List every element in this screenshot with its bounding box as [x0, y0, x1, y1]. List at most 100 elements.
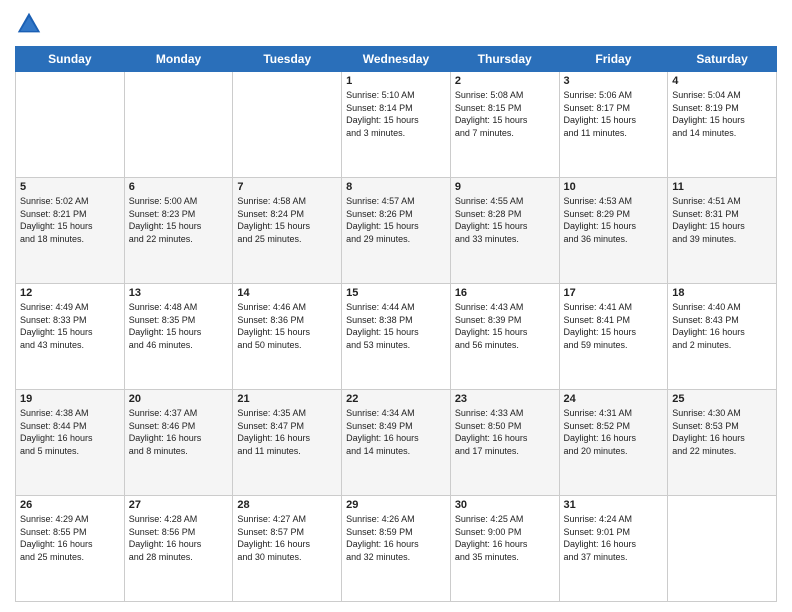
- day-info: Sunrise: 4:40 AM Sunset: 8:43 PM Dayligh…: [672, 301, 772, 351]
- calendar-cell: 8 Sunrise: 4:57 AM Sunset: 8:26 PM Daylig…: [342, 178, 451, 284]
- day-info: Sunrise: 4:55 AM Sunset: 8:28 PM Dayligh…: [455, 195, 555, 245]
- day-number: 14: [237, 287, 337, 299]
- day-info: Sunrise: 4:30 AM Sunset: 8:53 PM Dayligh…: [672, 407, 772, 457]
- day-number: 1: [346, 75, 446, 87]
- day-number: 23: [455, 393, 555, 405]
- calendar-cell: 19 Sunrise: 4:38 AM Sunset: 8:44 PM Dayli…: [16, 390, 125, 496]
- day-number: 21: [237, 393, 337, 405]
- calendar-cell: 1 Sunrise: 5:10 AM Sunset: 8:14 PM Daylig…: [342, 72, 451, 178]
- day-number: 4: [672, 75, 772, 87]
- day-number: 11: [672, 181, 772, 193]
- day-info: Sunrise: 5:00 AM Sunset: 8:23 PM Dayligh…: [129, 195, 229, 245]
- day-number: 7: [237, 181, 337, 193]
- day-number: 18: [672, 287, 772, 299]
- calendar-cell: 4 Sunrise: 5:04 AM Sunset: 8:19 PM Daylig…: [668, 72, 777, 178]
- day-of-week-thursday: Thursday: [450, 47, 559, 72]
- day-number: 10: [564, 181, 664, 193]
- day-number: 12: [20, 287, 120, 299]
- day-number: 5: [20, 181, 120, 193]
- day-info: Sunrise: 4:53 AM Sunset: 8:29 PM Dayligh…: [564, 195, 664, 245]
- calendar-cell: 29Sunrise: 4:26 AM Sunset: 8:59 PM Dayli…: [342, 496, 451, 602]
- day-info: Sunrise: 5:08 AM Sunset: 8:15 PM Dayligh…: [455, 89, 555, 139]
- calendar-cell: 3Sunrise: 5:06 AM Sunset: 8:17 PM Daylig…: [559, 72, 668, 178]
- calendar-cell: 12 Sunrise: 4:49 AM Sunset: 8:33 PM Dayli…: [16, 284, 125, 390]
- calendar-cell: 20 Sunrise: 4:37 AM Sunset: 8:46 PM Dayli…: [124, 390, 233, 496]
- calendar-cell: [124, 72, 233, 178]
- day-number: 30: [455, 499, 555, 511]
- calendar-cell: 26 Sunrise: 4:29 AM Sunset: 8:55 PM Dayli…: [16, 496, 125, 602]
- calendar-cell: 25 Sunrise: 4:30 AM Sunset: 8:53 PM Dayli…: [668, 390, 777, 496]
- calendar-cell: 17Sunrise: 4:41 AM Sunset: 8:41 PM Dayli…: [559, 284, 668, 390]
- day-info: Sunrise: 4:35 AM Sunset: 8:47 PM Dayligh…: [237, 407, 337, 457]
- calendar-cell: 27 Sunrise: 4:28 AM Sunset: 8:56 PM Dayli…: [124, 496, 233, 602]
- day-number: 19: [20, 393, 120, 405]
- calendar-week-2: 5 Sunrise: 5:02 AM Sunset: 8:21 PM Daylig…: [16, 178, 777, 284]
- day-info: Sunrise: 4:24 AM Sunset: 9:01 PM Dayligh…: [564, 513, 664, 563]
- day-info: Sunrise: 4:46 AM Sunset: 8:36 PM Dayligh…: [237, 301, 337, 351]
- day-info: Sunrise: 4:25 AM Sunset: 9:00 PM Dayligh…: [455, 513, 555, 563]
- day-number: 26: [20, 499, 120, 511]
- calendar-cell: 11 Sunrise: 4:51 AM Sunset: 8:31 PM Dayli…: [668, 178, 777, 284]
- header-row: SundayMondayTuesdayWednesdayThursdayFrid…: [16, 47, 777, 72]
- day-number: 15: [346, 287, 446, 299]
- day-info: Sunrise: 4:43 AM Sunset: 8:39 PM Dayligh…: [455, 301, 555, 351]
- calendar-cell: [233, 72, 342, 178]
- calendar-cell: [668, 496, 777, 602]
- calendar-cell: 15 Sunrise: 4:44 AM Sunset: 8:38 PM Dayli…: [342, 284, 451, 390]
- day-number: 22: [346, 393, 446, 405]
- day-info: Sunrise: 5:02 AM Sunset: 8:21 PM Dayligh…: [20, 195, 120, 245]
- calendar-week-3: 12 Sunrise: 4:49 AM Sunset: 8:33 PM Dayli…: [16, 284, 777, 390]
- day-info: Sunrise: 4:48 AM Sunset: 8:35 PM Dayligh…: [129, 301, 229, 351]
- day-info: Sunrise: 5:10 AM Sunset: 8:14 PM Dayligh…: [346, 89, 446, 139]
- day-info: Sunrise: 5:06 AM Sunset: 8:17 PM Dayligh…: [564, 89, 664, 139]
- calendar-cell: 6 Sunrise: 5:00 AM Sunset: 8:23 PM Daylig…: [124, 178, 233, 284]
- calendar-cell: 7 Sunrise: 4:58 AM Sunset: 8:24 PM Daylig…: [233, 178, 342, 284]
- day-number: 27: [129, 499, 229, 511]
- logo-icon: [15, 10, 43, 38]
- day-number: 17: [564, 287, 664, 299]
- day-number: 29: [346, 499, 446, 511]
- day-info: Sunrise: 4:28 AM Sunset: 8:56 PM Dayligh…: [129, 513, 229, 563]
- page: SundayMondayTuesdayWednesdayThursdayFrid…: [0, 0, 792, 612]
- day-info: Sunrise: 4:44 AM Sunset: 8:38 PM Dayligh…: [346, 301, 446, 351]
- day-of-week-wednesday: Wednesday: [342, 47, 451, 72]
- day-number: 24: [564, 393, 664, 405]
- day-info: Sunrise: 4:27 AM Sunset: 8:57 PM Dayligh…: [237, 513, 337, 563]
- day-number: 28: [237, 499, 337, 511]
- day-info: Sunrise: 4:29 AM Sunset: 8:55 PM Dayligh…: [20, 513, 120, 563]
- calendar-cell: 30 Sunrise: 4:25 AM Sunset: 9:00 PM Dayli…: [450, 496, 559, 602]
- day-of-week-tuesday: Tuesday: [233, 47, 342, 72]
- calendar-cell: 23 Sunrise: 4:33 AM Sunset: 8:50 PM Dayli…: [450, 390, 559, 496]
- day-of-week-friday: Friday: [559, 47, 668, 72]
- day-number: 16: [455, 287, 555, 299]
- calendar-cell: 18 Sunrise: 4:40 AM Sunset: 8:43 PM Dayli…: [668, 284, 777, 390]
- day-number: 6: [129, 181, 229, 193]
- day-info: Sunrise: 4:33 AM Sunset: 8:50 PM Dayligh…: [455, 407, 555, 457]
- calendar-week-1: 1 Sunrise: 5:10 AM Sunset: 8:14 PM Daylig…: [16, 72, 777, 178]
- day-number: 25: [672, 393, 772, 405]
- day-info: Sunrise: 4:37 AM Sunset: 8:46 PM Dayligh…: [129, 407, 229, 457]
- calendar-cell: 22Sunrise: 4:34 AM Sunset: 8:49 PM Dayli…: [342, 390, 451, 496]
- calendar-cell: 28 Sunrise: 4:27 AM Sunset: 8:57 PM Dayli…: [233, 496, 342, 602]
- calendar-cell: 21 Sunrise: 4:35 AM Sunset: 8:47 PM Dayli…: [233, 390, 342, 496]
- day-info: Sunrise: 4:49 AM Sunset: 8:33 PM Dayligh…: [20, 301, 120, 351]
- day-info: Sunrise: 5:04 AM Sunset: 8:19 PM Dayligh…: [672, 89, 772, 139]
- day-info: Sunrise: 4:38 AM Sunset: 8:44 PM Dayligh…: [20, 407, 120, 457]
- day-info: Sunrise: 4:31 AM Sunset: 8:52 PM Dayligh…: [564, 407, 664, 457]
- day-number: 20: [129, 393, 229, 405]
- day-info: Sunrise: 4:51 AM Sunset: 8:31 PM Dayligh…: [672, 195, 772, 245]
- day-info: Sunrise: 4:58 AM Sunset: 8:24 PM Dayligh…: [237, 195, 337, 245]
- calendar-table: SundayMondayTuesdayWednesdayThursdayFrid…: [15, 46, 777, 602]
- calendar-cell: 9 Sunrise: 4:55 AM Sunset: 8:28 PM Daylig…: [450, 178, 559, 284]
- day-number: 8: [346, 181, 446, 193]
- day-info: Sunrise: 4:57 AM Sunset: 8:26 PM Dayligh…: [346, 195, 446, 245]
- calendar-cell: 5 Sunrise: 5:02 AM Sunset: 8:21 PM Daylig…: [16, 178, 125, 284]
- calendar-cell: 16 Sunrise: 4:43 AM Sunset: 8:39 PM Dayli…: [450, 284, 559, 390]
- calendar-cell: 13Sunrise: 4:48 AM Sunset: 8:35 PM Dayli…: [124, 284, 233, 390]
- header: [15, 10, 777, 38]
- day-of-week-saturday: Saturday: [668, 47, 777, 72]
- day-number: 9: [455, 181, 555, 193]
- calendar-week-5: 26 Sunrise: 4:29 AM Sunset: 8:55 PM Dayli…: [16, 496, 777, 602]
- calendar-cell: [16, 72, 125, 178]
- calendar-week-4: 19 Sunrise: 4:38 AM Sunset: 8:44 PM Dayli…: [16, 390, 777, 496]
